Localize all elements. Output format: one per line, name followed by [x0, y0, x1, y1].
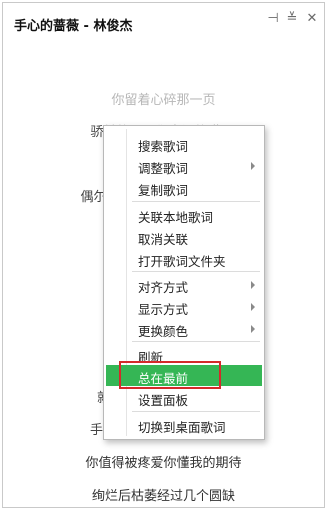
- menu-item-adjust-lyrics[interactable]: 调整歌词: [106, 155, 262, 176]
- menu-item-refresh[interactable]: 刷新: [106, 344, 262, 365]
- menu-item-label: 总在最前: [138, 371, 189, 386]
- context-menu: 搜索歌词 调整歌词 复制歌词 关联本地歌词 取消关联 打开歌词文件夹 对齐方式 …: [103, 125, 265, 440]
- menu-item-label: 关联本地歌词: [138, 210, 214, 225]
- menu-item-label: 对齐方式: [138, 280, 189, 295]
- menu-item-unlink[interactable]: 取消关联: [106, 226, 262, 247]
- menu-item-copy-lyrics[interactable]: 复制歌词: [106, 177, 262, 198]
- menu-item-label: 切换到桌面歌词: [138, 420, 226, 435]
- menu-item-label: 复制歌词: [138, 183, 189, 198]
- menu-item-always-on-top[interactable]: 总在最前: [106, 365, 262, 386]
- menu-item-display-mode[interactable]: 显示方式: [106, 296, 262, 317]
- lyric-line: 你留着心碎那一页: [111, 93, 216, 108]
- menu-item-open-lyrics-folder[interactable]: 打开歌词文件夹: [106, 248, 262, 269]
- submenu-arrow-icon: [251, 325, 255, 333]
- menu-item-settings-panel[interactable]: 设置面板: [106, 387, 262, 408]
- lyric-line: 绚烂后枯萎经过几个圆缺: [91, 489, 235, 504]
- menu-separator: [132, 271, 260, 272]
- menu-separator: [132, 411, 260, 412]
- menu-item-switch-desktop-lyrics[interactable]: 切换到桌面歌词: [106, 414, 262, 435]
- menu-item-change-color[interactable]: 更换颜色: [106, 318, 262, 339]
- menu-item-label: 刷新: [138, 350, 164, 365]
- menu-item-link-local-lyrics[interactable]: 关联本地歌词: [106, 204, 262, 225]
- menu-item-label: 调整歌词: [138, 161, 189, 176]
- menu-item-label: 取消关联: [138, 232, 189, 247]
- submenu-arrow-icon: [251, 303, 255, 311]
- menu-item-label: 更换颜色: [138, 324, 189, 339]
- menu-item-label: 搜索歌词: [138, 139, 189, 154]
- menu-separator: [132, 201, 260, 202]
- menu-item-label: 设置面板: [138, 393, 189, 408]
- submenu-arrow-icon: [251, 281, 255, 289]
- menu-separator: [132, 341, 260, 342]
- submenu-arrow-icon: [251, 162, 255, 170]
- menu-item-alignment[interactable]: 对齐方式: [106, 274, 262, 295]
- menu-item-label: 显示方式: [138, 302, 189, 317]
- lyric-line: 你值得被疼爱你懂我的期待: [85, 456, 242, 471]
- menu-item-label: 打开歌词文件夹: [138, 254, 226, 269]
- menu-item-search-lyrics[interactable]: 搜索歌词: [106, 133, 262, 154]
